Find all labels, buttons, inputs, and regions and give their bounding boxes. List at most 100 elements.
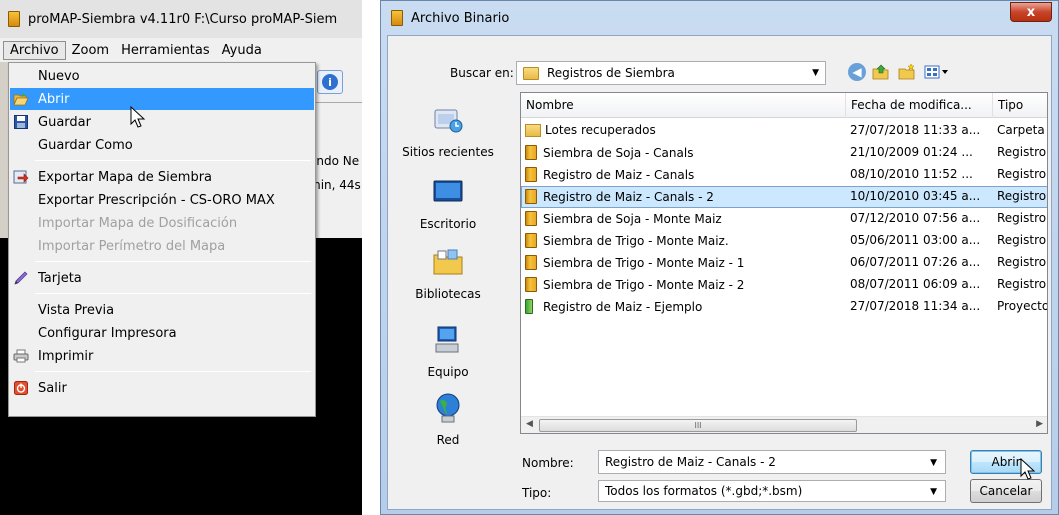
column-header-nombre[interactable]: Nombre bbox=[521, 93, 846, 118]
file-row-selected[interactable]: Registro de Maiz - Canals - 2 10/10/2010… bbox=[521, 186, 1047, 208]
menu-separator bbox=[35, 371, 311, 372]
place-label: Equipo bbox=[427, 365, 469, 379]
binary-file-icon bbox=[525, 233, 537, 248]
binary-file-icon bbox=[525, 145, 537, 160]
exit-icon bbox=[13, 380, 29, 396]
menu-zoom[interactable]: Zoom bbox=[72, 43, 109, 58]
menu-ayuda[interactable]: Ayuda bbox=[222, 43, 262, 58]
place-equipo[interactable]: Equipo bbox=[388, 324, 508, 379]
file-row[interactable]: Registro de Maiz - Ejemplo 27/07/2018 11… bbox=[521, 296, 1047, 318]
binary-file-icon bbox=[525, 277, 537, 292]
file-row[interactable]: Lotes recuperados 27/07/2018 11:33 a... … bbox=[521, 120, 1047, 142]
close-button[interactable]: x bbox=[1010, 2, 1052, 22]
view-menu-icon[interactable] bbox=[924, 63, 950, 81]
printer-icon bbox=[13, 348, 29, 364]
menu-item-configurar-impresora[interactable]: Configurar Impresora bbox=[10, 322, 314, 344]
filename-label: Nombre: bbox=[522, 456, 574, 470]
place-label: Sitios recientes bbox=[402, 145, 494, 159]
scroll-right-icon[interactable]: ▶ bbox=[1036, 419, 1043, 429]
chevron-down-icon: ▼ bbox=[812, 68, 819, 78]
menu-separator bbox=[35, 261, 311, 262]
file-row[interactable]: Siembra de Soja - Monte Maiz 07/12/2010 … bbox=[521, 208, 1047, 230]
binary-file-icon bbox=[525, 255, 537, 270]
promap-title-bar: proMAP-Siembra v4.11r0 F:\Curso proMAP-S… bbox=[0, 0, 362, 38]
menu-item-tarjeta[interactable]: Tarjeta bbox=[10, 267, 314, 289]
place-sitios-recientes[interactable]: Sitios recientes bbox=[388, 104, 508, 159]
new-folder-icon[interactable] bbox=[898, 63, 916, 81]
folder-icon bbox=[525, 123, 541, 137]
look-in-dropdown[interactable]: Registros de Siembra ▼ bbox=[516, 61, 826, 85]
floppy-disk-icon bbox=[13, 114, 29, 130]
place-label: Bibliotecas bbox=[415, 287, 481, 301]
menu-archivo[interactable]: Archivo bbox=[3, 40, 66, 60]
horizontal-scrollbar[interactable]: ◀ III ▶ bbox=[521, 416, 1047, 433]
menu-item-vista-previa[interactable]: Vista Previa bbox=[10, 299, 314, 321]
place-label: Red bbox=[436, 433, 460, 447]
info-icon: i bbox=[322, 74, 338, 90]
menu-herramientas[interactable]: Herramientas bbox=[121, 43, 210, 58]
scrollbar-thumb[interactable]: III bbox=[539, 419, 857, 432]
file-row[interactable]: Siembra de Trigo - Monte Maiz - 1 06/07/… bbox=[521, 252, 1047, 274]
filetype-label: Tipo: bbox=[522, 486, 552, 500]
export-icon bbox=[13, 169, 29, 185]
menu-item-nuevo[interactable]: Nuevo bbox=[10, 65, 314, 87]
close-icon: x bbox=[1026, 4, 1036, 20]
menu-bar: Archivo Zoom Herramientas Ayuda bbox=[0, 38, 362, 62]
place-escritorio[interactable]: Escritorio bbox=[388, 176, 508, 231]
binary-file-icon bbox=[525, 211, 537, 226]
background-text-1: ondo Ne bbox=[309, 154, 360, 168]
info-button[interactable]: i bbox=[317, 70, 343, 94]
promap-window: proMAP-Siembra v4.11r0 F:\Curso proMAP-S… bbox=[0, 0, 362, 515]
look-in-label: Buscar en: bbox=[450, 66, 514, 80]
menu-item-importar-dosificacion: Importar Mapa de Dosificación bbox=[38, 215, 238, 231]
menu-separator bbox=[35, 160, 311, 161]
dialog-title-bar: Archivo Binario bbox=[381, 1, 1058, 35]
scroll-left-icon[interactable]: ◀ bbox=[526, 419, 533, 429]
dialog-body: Buscar en: Registros de Siembra ▼ ◀ Siti… bbox=[387, 35, 1052, 510]
filetype-dropdown[interactable]: Todos los formatos (*.gbd;*.bsm) ▼ bbox=[598, 480, 946, 502]
filename-combo[interactable]: Registro de Maiz - Canals - 2 ▼ bbox=[598, 450, 946, 474]
filename-value: Registro de Maiz - Canals - 2 bbox=[605, 455, 776, 469]
chevron-down-icon: ▼ bbox=[930, 458, 937, 468]
menu-item-guardar-como[interactable]: Guardar Como bbox=[10, 134, 314, 156]
menu-item-importar-perimetro: Importar Perímetro del Mapa bbox=[38, 238, 226, 254]
file-row[interactable]: Siembra de Trigo - Monte Maiz - 2 08/07/… bbox=[521, 274, 1047, 296]
open-folder-icon bbox=[13, 91, 29, 107]
file-list[interactable]: Nombre Fecha de modifica... Tipo Lotes r… bbox=[520, 92, 1048, 434]
file-row[interactable]: Siembra de Soja - Canals 21/10/2009 01:2… bbox=[521, 142, 1047, 164]
mouse-cursor-icon bbox=[130, 106, 146, 128]
back-icon[interactable]: ◀ bbox=[848, 63, 866, 81]
menu-item-salir[interactable]: Salir bbox=[10, 377, 314, 399]
folder-icon bbox=[523, 66, 539, 80]
look-in-value: Registros de Siembra bbox=[547, 66, 675, 80]
card-pen-icon bbox=[13, 270, 29, 286]
place-label: Escritorio bbox=[419, 217, 477, 231]
network-globe-icon bbox=[436, 393, 460, 423]
dialog-title: Archivo Binario bbox=[411, 10, 510, 26]
menu-item-abrir[interactable]: Abrir bbox=[10, 88, 314, 110]
menu-item-imprimir[interactable]: Imprimir bbox=[10, 345, 314, 367]
app-icon bbox=[391, 10, 403, 26]
recent-places-icon bbox=[434, 109, 463, 133]
file-list-header: Nombre Fecha de modifica... Tipo bbox=[521, 93, 1047, 118]
column-header-fecha[interactable]: Fecha de modifica... bbox=[846, 93, 993, 118]
column-header-tipo[interactable]: Tipo bbox=[993, 93, 1047, 118]
file-row[interactable]: Siembra de Trigo - Monte Maiz. 05/06/201… bbox=[521, 230, 1047, 252]
up-folder-icon[interactable] bbox=[872, 63, 890, 81]
promap-title: proMAP-Siembra v4.11r0 F:\Curso proMAP-S… bbox=[28, 11, 338, 27]
file-row[interactable]: Registro de Maiz - Canals 08/10/2010 11:… bbox=[521, 164, 1047, 186]
binary-file-icon bbox=[525, 167, 537, 182]
desktop-icon bbox=[433, 180, 463, 202]
background-text-2: min, 44s bbox=[309, 178, 361, 192]
mouse-cursor-icon bbox=[1020, 458, 1036, 480]
menu-item-guardar[interactable]: Guardar bbox=[10, 111, 314, 133]
cancel-button[interactable]: Cancelar bbox=[970, 479, 1042, 503]
menu-item-exportar-mapa[interactable]: Exportar Mapa de Siembra bbox=[10, 166, 314, 188]
libraries-icon bbox=[433, 249, 463, 275]
computer-icon bbox=[435, 326, 459, 353]
file-menu: Nuevo Abrir Guardar Guardar Como Exporta… bbox=[8, 62, 316, 417]
place-bibliotecas[interactable]: Bibliotecas bbox=[388, 246, 508, 301]
place-red[interactable]: Red bbox=[388, 392, 508, 447]
menu-item-exportar-prescripcion[interactable]: Exportar Prescripción - CS-ORO MAX bbox=[10, 189, 314, 211]
open-file-dialog: Archivo Binario x Buscar en: Registros d… bbox=[380, 0, 1059, 515]
